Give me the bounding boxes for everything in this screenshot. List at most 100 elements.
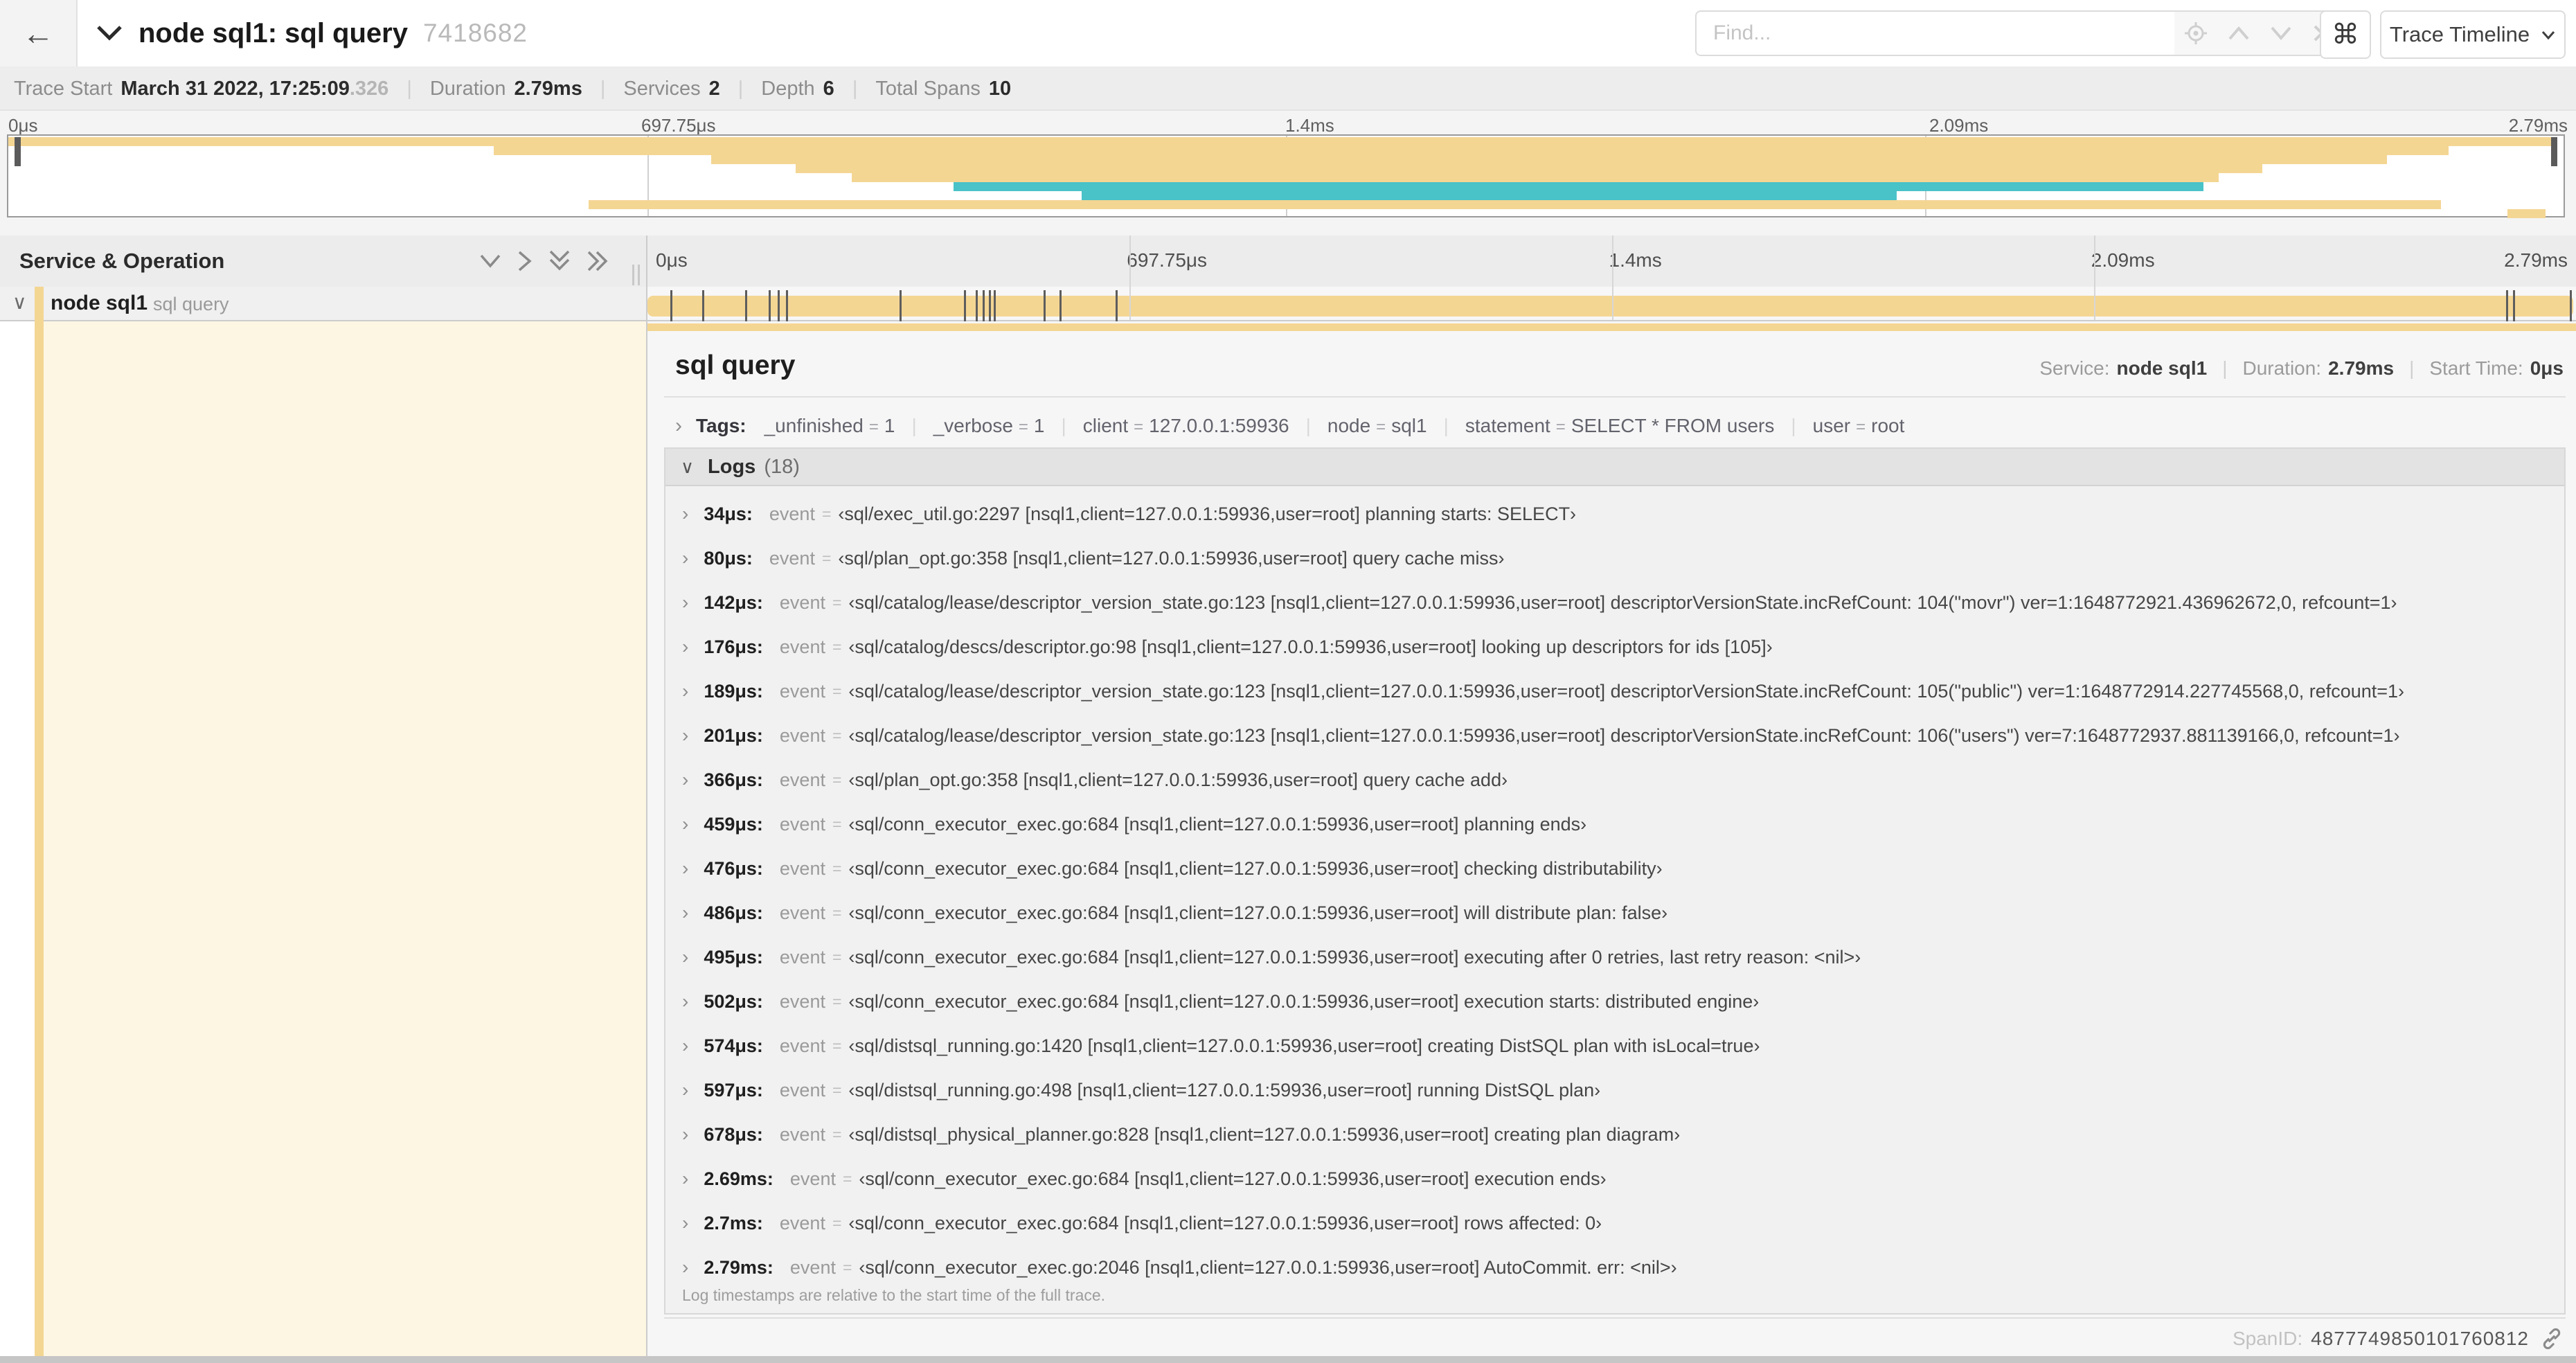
minimap-right-scrub-handle[interactable] — [2551, 137, 2557, 166]
log-field-value: ‹sql/catalog/lease/descriptor_version_st… — [848, 680, 2405, 702]
minimap-axis: 0μs 697.75μs 1.4ms 2.09ms 2.79ms — [0, 115, 2576, 136]
trace-minimap[interactable] — [7, 134, 2565, 218]
chevron-right-icon: › — [682, 769, 689, 790]
locate-icon[interactable] — [2184, 21, 2208, 45]
back-button[interactable]: ← — [0, 0, 78, 66]
log-entry-row[interactable]: › 2.79ms: event = ‹sql/conn_executor_exec.go… — [665, 1245, 2564, 1290]
minimap-left-scrub-handle[interactable] — [15, 137, 21, 166]
log-entry-row[interactable]: › 574μs: event = ‹sql/distsql_running.go:142… — [665, 1024, 2564, 1068]
separator: | — [852, 77, 858, 100]
link-icon[interactable] — [2540, 1327, 2564, 1351]
log-field-value: ‹sql/conn_executor_exec.go:684 [nsql1,cl… — [848, 1212, 1602, 1233]
overview-value: node sql1 — [2116, 357, 2208, 379]
chevron-right-icon: › — [682, 547, 689, 569]
log-equals: = — [832, 770, 842, 789]
log-field-value: ‹sql/catalog/lease/descriptor_version_st… — [848, 591, 2397, 613]
separator: | — [737, 77, 744, 100]
log-marker-tick — [744, 290, 747, 322]
gridline — [1611, 287, 1613, 320]
find-group — [1695, 10, 2343, 56]
overview-value: 0μs — [2530, 357, 2564, 379]
expand-all-double-chevron-right-icon[interactable] — [587, 249, 610, 273]
timeline-header: 0μs 697.75μs 1.4ms 2.09ms 2.79ms — [647, 235, 2576, 288]
log-equals: = — [832, 947, 842, 966]
log-equals: = — [832, 1213, 842, 1232]
separator: | — [2222, 357, 2228, 379]
time-tick-label: 0μs — [656, 249, 688, 271]
log-time: 366μs: — [704, 769, 763, 790]
log-entry-row[interactable]: › 2.69ms: event = ‹sql/conn_executor_exec.go… — [665, 1157, 2564, 1201]
chevron-right-icon: › — [682, 1079, 689, 1101]
log-equals: = — [821, 504, 832, 523]
meta-value: 6 — [823, 77, 834, 100]
span-color-strip — [647, 323, 2576, 331]
log-field-key: event — [779, 857, 825, 879]
log-entry-row[interactable]: › 678μs: event = ‹sql/distsql_physical_plann… — [665, 1112, 2564, 1157]
trace-collapse-toggle[interactable] — [96, 0, 123, 66]
chevron-down-icon: ∨ — [681, 456, 695, 477]
row-chevron-down-icon[interactable]: ∨ — [12, 291, 27, 314]
log-entry-row[interactable]: › 34μs: event = ‹sql/exec_util.go:2297 [nsql… — [665, 492, 2564, 536]
log-field-key: event — [779, 680, 825, 702]
log-time: 2.79ms: — [704, 1256, 773, 1278]
minimap-span-bar — [954, 182, 2203, 191]
chevron-right-icon: › — [675, 414, 682, 437]
prev-result-chevron-up-icon[interactable] — [2227, 25, 2251, 42]
log-time: 142μs: — [704, 591, 763, 613]
log-entry-row[interactable]: › 142μs: event = ‹sql/catalog/lease/descript… — [665, 580, 2564, 625]
log-entry-row[interactable]: › 176μs: event = ‹sql/catalog/descs/descript… — [665, 625, 2564, 669]
logs-header[interactable]: ∨ Logs (18) — [665, 449, 2564, 486]
log-field-value: ‹sql/exec_util.go:2297 [nsql1,client=127… — [838, 503, 1577, 524]
tags-toggle-row[interactable]: › Tags: _unfinished = 1 | _verbose = 1 | client =… — [675, 410, 1904, 442]
logs-footer-note: Log timestamps are relative to the start… — [682, 1286, 1106, 1304]
minimap-span-bar — [588, 200, 2441, 209]
separator: | — [1061, 415, 1066, 436]
log-field-key: event — [779, 990, 825, 1012]
log-time: 34μs: — [704, 503, 753, 524]
log-entry-row[interactable]: › 597μs: event = ‹sql/distsql_running.go:498… — [665, 1068, 2564, 1112]
log-marker-tick — [994, 290, 996, 322]
span-row-timeline[interactable] — [647, 287, 2576, 322]
span-duration-bar[interactable] — [647, 296, 2573, 317]
log-equals: = — [832, 1125, 842, 1143]
log-field-key: event — [779, 1035, 825, 1056]
log-field-value: ‹sql/catalog/descs/descriptor.go:98 [nsq… — [848, 636, 1773, 657]
chevron-right-icon: › — [682, 1035, 689, 1056]
page-title: node sql1: sql query 7418682 — [138, 0, 528, 66]
keyboard-shortcuts-button[interactable]: ⌘ — [2320, 10, 2371, 59]
time-tick-label: 1.4ms — [1609, 249, 1662, 271]
log-marker-tick — [976, 290, 978, 322]
log-field-key: event — [779, 591, 825, 613]
log-entry-row[interactable]: › 366μs: event = ‹sql/plan_opt.go:358 [nsql1… — [665, 758, 2564, 802]
log-entry-row[interactable]: › 459μs: event = ‹sql/conn_executor_exec.go:… — [665, 802, 2564, 846]
separator: | — [2409, 357, 2415, 379]
time-tick-label: 2.79ms — [2504, 249, 2568, 271]
view-selector-button[interactable]: Trace Timeline — [2380, 10, 2566, 59]
collapse-all-chevron-down-icon[interactable] — [478, 253, 502, 269]
log-entry-row[interactable]: › 80μs: event = ‹sql/plan_opt.go:358 [nsql1,… — [665, 536, 2564, 580]
chevron-right-icon: › — [682, 724, 689, 746]
minimap-span-bar — [2507, 209, 2546, 218]
log-entry-row[interactable]: › 476μs: event = ‹sql/conn_executor_exec.go:… — [665, 846, 2564, 891]
column-resize-handle[interactable] — [627, 265, 645, 285]
log-equals: = — [832, 593, 842, 612]
expand-one-chevron-right-icon[interactable] — [517, 249, 533, 273]
span-row-service[interactable]: ∨ node sql1 sql query — [0, 287, 646, 321]
log-field-key: event — [769, 503, 815, 524]
log-marker-tick — [989, 290, 992, 322]
collapse-all-double-chevron-down-icon[interactable] — [548, 249, 571, 273]
meta-label: Trace Start — [14, 77, 113, 100]
chevron-right-icon: › — [682, 680, 689, 702]
log-time: 486μs: — [704, 902, 763, 923]
log-entry-row[interactable]: › 201μs: event = ‹sql/catalog/lease/descript… — [665, 713, 2564, 758]
log-entry-row[interactable]: › 502μs: event = ‹sql/conn_executor_exec.go:… — [665, 979, 2564, 1024]
log-entry-row[interactable]: › 2.7ms: event = ‹sql/conn_executor_exec.go:… — [665, 1201, 2564, 1245]
divider — [664, 1317, 2566, 1319]
log-entry-row[interactable]: › 189μs: event = ‹sql/catalog/lease/descript… — [665, 669, 2564, 713]
next-result-chevron-down-icon[interactable] — [2269, 25, 2293, 42]
log-time: 2.7ms: — [704, 1212, 763, 1233]
find-input[interactable] — [1695, 10, 2174, 56]
log-entry-row[interactable]: › 486μs: event = ‹sql/conn_executor_exec.go:… — [665, 891, 2564, 935]
log-field-key: event — [779, 636, 825, 657]
log-entry-row[interactable]: › 495μs: event = ‹sql/conn_executor_exec.go:… — [665, 935, 2564, 979]
